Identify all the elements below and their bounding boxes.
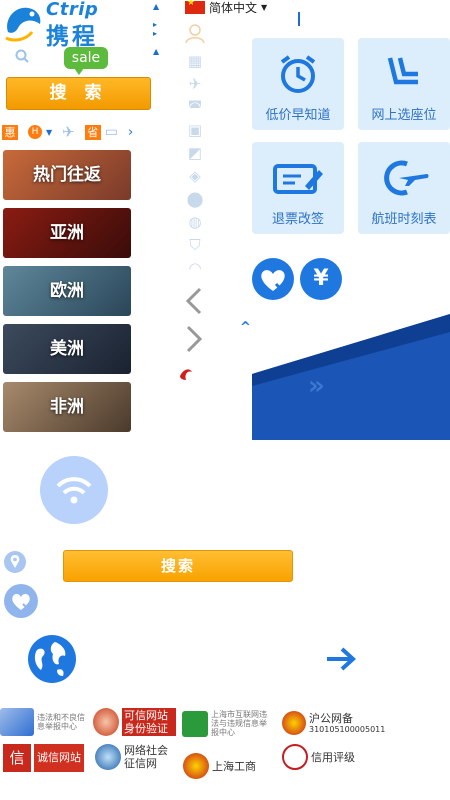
hotel-icon[interactable]: ▦ [184,50,206,73]
alarm-clock-icon [280,55,316,93]
footer-badge-police-record[interactable]: 沪公网备 310105100005011 [282,711,402,735]
banner-graphic: » [252,312,450,401]
globe-icon[interactable] [27,634,77,684]
next-arrow-icon[interactable]: › [128,125,133,140]
yen-check-badge[interactable]: ¥ [300,258,342,300]
destination-asia[interactable]: 亚洲 [3,208,131,258]
footer-badge-integrity-site[interactable]: 信 诚信网站 [3,744,89,772]
footer-badge-credit-rating[interactable]: 信用评级 [282,744,372,770]
tile-label: 退票改签 [271,212,324,227]
seat-icon [387,57,418,85]
chevron-down-icon: ▼ [261,2,268,12]
footer-badge-credit-network[interactable]: 网络社会征信网 [95,744,177,770]
credit-seal-icon [282,744,308,770]
shanghai-report-icon [182,710,208,737]
ticket-icon[interactable]: ◩ [184,142,206,165]
text-cursor [298,12,300,26]
china-flag-icon [185,0,205,14]
user-icon[interactable] [184,22,206,50]
scroll-arrows[interactable]: ▲ ▸ ▸ ▲ [153,2,159,56]
footer-badge-illegal-report[interactable]: 违法和不良信息举报中心 [0,708,92,736]
footer-badge-shanghai-report[interactable]: 上海市互联网违法与违规信息举报中心 [182,710,278,737]
flight-icon[interactable]: ✈ [184,73,206,96]
destination-europe[interactable]: 欧洲 [3,266,131,316]
location-pin-icon[interactable]: ⬤ [184,188,206,211]
aic-emblem-icon [183,753,209,779]
promo-banner[interactable]: » [252,312,450,440]
destination-hot-return[interactable]: 热门往返 [3,150,131,200]
chevron-right-icon[interactable] [183,324,205,354]
scroll-up-icon[interactable]: ^ [240,320,251,335]
language-label: 简体中文 [209,0,258,15]
tile-online-seat-selection[interactable]: 网上选座位 [358,38,450,130]
dolphin-logo-icon [5,7,41,42]
sale-badge[interactable]: sale [64,47,108,75]
car-icon[interactable]: ◚ [184,96,206,119]
bed-icon[interactable]: ▭ [105,124,118,140]
credit-network-icon [95,744,121,770]
heart-check-badge[interactable] [252,258,294,300]
wifi-button[interactable] [40,456,108,524]
police-emblem-icon [282,711,306,735]
diamond-icon[interactable]: ◈ [184,165,206,188]
dropdown-caret-icon[interactable]: ▼ [46,128,52,137]
favorite-icon[interactable] [3,583,39,619]
heart-check-icon [261,270,289,291]
discount-tag[interactable]: 惠 [2,124,18,140]
hotel-tag[interactable]: H [28,125,42,139]
arrow-right-icon[interactable] [324,644,358,674]
police-record-code: 310105100005011 [309,724,386,734]
language-selector[interactable]: 简体中文 ▼ [185,0,268,15]
search-icon[interactable] [14,48,30,64]
service-icon-column: ▦ ✈ ◚ ▣ ◩ ◈ ⬤ ◍ ⛉ ◠ [184,22,206,280]
ctrip-logo[interactable]: Ctrip 携程 [2,0,122,50]
tile-label: 网上选座位 [371,108,437,123]
footer-badge-shanghai-aic[interactable]: 上海工商 [183,753,269,779]
svg-text:»: » [308,371,325,401]
shield-icon[interactable]: ⛉ [184,234,206,257]
globe-icon[interactable]: ◍ [184,211,206,234]
wifi-small-icon[interactable]: ◠ [184,257,206,280]
tile-flight-schedule[interactable]: 航班时刻表 [358,142,450,234]
footer-badge-trusted-site[interactable]: 可信网站身份验证 [93,708,179,736]
tile-label: 航班时刻表 [371,212,437,227]
logo-chinese-text: 携程 [46,24,98,50]
plane-icon[interactable]: ✈ [62,123,75,141]
police-record-label: 沪公网备 [309,711,353,725]
search-button-top[interactable]: 搜 索 [6,77,151,110]
wifi-icon [56,477,92,504]
bus-icon[interactable]: ▣ [184,119,206,142]
tile-label: 低价早知道 [265,108,331,123]
tile-low-price-alert[interactable]: 低价早知道 [252,38,344,130]
destination-americas[interactable]: 美洲 [3,324,131,374]
ticket-edit-icon [273,164,323,194]
report-center-icon [0,708,34,736]
save-tag[interactable]: 省 [84,124,101,140]
trusted-site-icon [93,708,119,736]
airline-logo-icon [180,369,192,380]
chevron-left-icon[interactable] [183,286,205,316]
destination-africa[interactable]: 非洲 [3,382,131,432]
location-icon[interactable] [3,550,27,574]
search-button-bottom[interactable]: 搜索 [63,550,293,582]
flight-schedule-icon [384,160,429,196]
integrity-icon: 信 [3,744,31,772]
yen-icon: ¥ [313,266,329,291]
tile-refund-change[interactable]: 退票改签 [252,142,344,234]
quick-filter-row: 惠 H ▼ ✈ 省 ▭ › [2,122,133,142]
